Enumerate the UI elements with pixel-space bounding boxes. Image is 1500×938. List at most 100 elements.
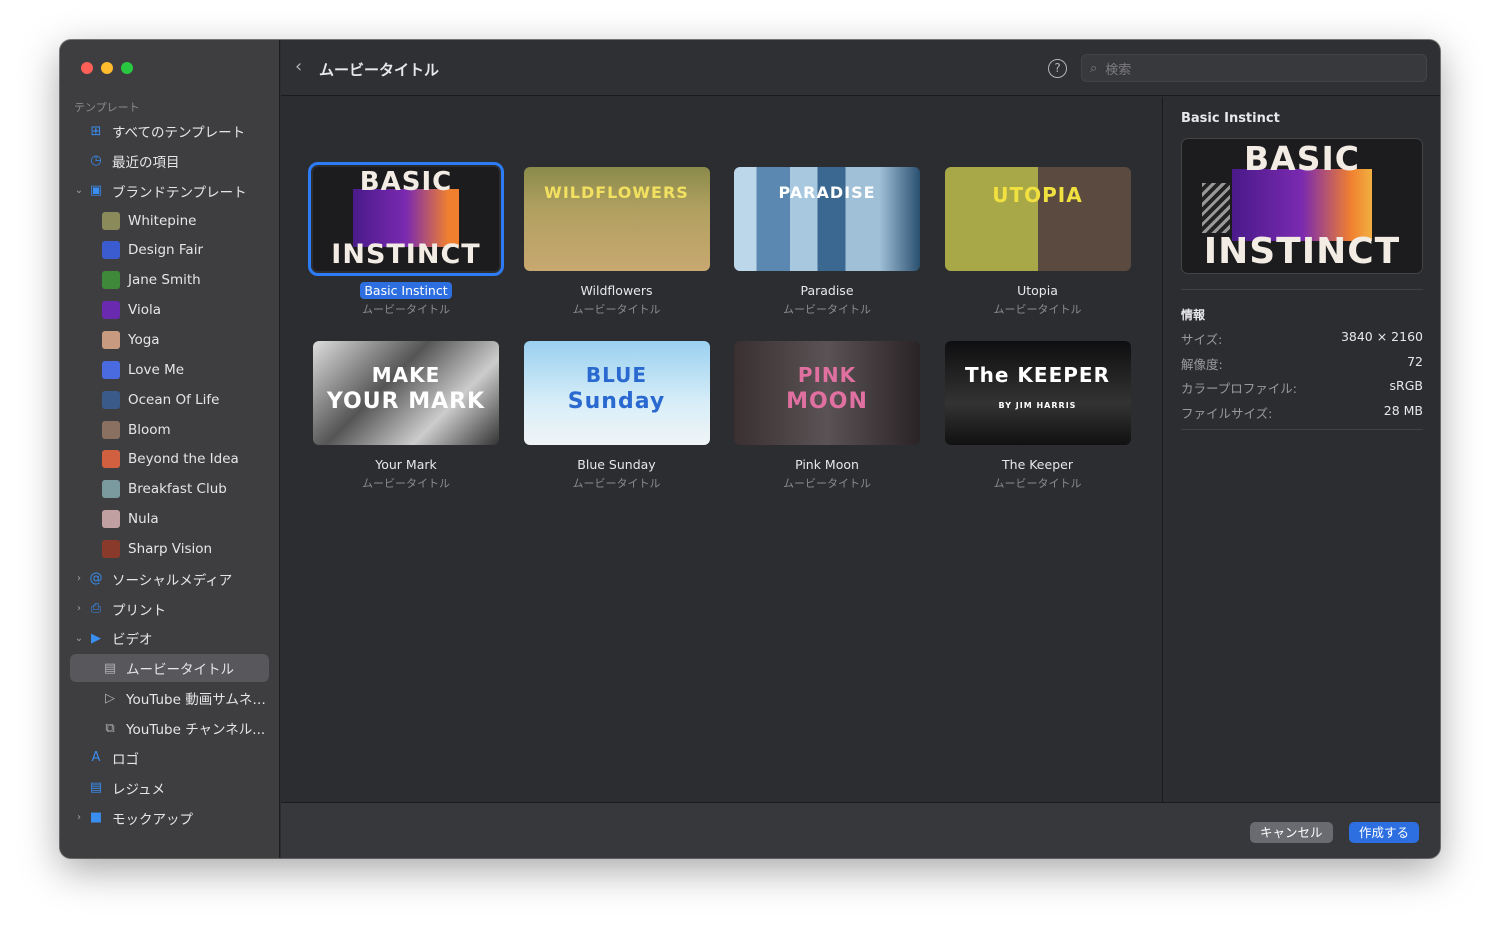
info-heading: 情報: [1181, 308, 1206, 322]
zoom-button[interactable]: [121, 62, 133, 74]
sidebar-item[interactable]: ⧉ YouTube チャンネル...: [70, 714, 269, 742]
sidebar-item[interactable]: Love Me: [70, 356, 269, 384]
sidebar-item[interactable]: Sharp Vision: [70, 535, 269, 563]
at-icon: @: [89, 571, 103, 587]
sidebar-item[interactable]: ⌄ ▶ ビデオ: [70, 624, 269, 652]
sidebar-item[interactable]: › @ ソーシャルメディア: [70, 565, 269, 593]
footer: キャンセル 作成する: [281, 802, 1440, 858]
info-key: ファイルサイズ:: [1181, 405, 1273, 421]
grid-icon: ⊞: [90, 123, 102, 139]
preview-text-top: BASIC: [1244, 139, 1360, 178]
template-card[interactable]: PINK MOON Pink Moon ムービータイトル: [732, 341, 922, 491]
sidebar-item-label: 最近の項目: [112, 154, 180, 171]
divider: [1181, 289, 1423, 290]
info-row: 解像度: 72: [1181, 354, 1423, 373]
sidebar-item-label: YouTube チャンネル...: [126, 722, 266, 738]
template-thumbnail[interactable]: WILDFLOWERS: [523, 167, 710, 271]
brand-thumbnail-icon: [102, 360, 120, 379]
preview-text-bottom: INSTINCT: [1203, 231, 1401, 272]
chevron-right-icon[interactable]: ›: [73, 603, 85, 614]
brand-thumbnail-icon: [102, 301, 120, 320]
sidebar-item[interactable]: Ocean Of Life: [70, 386, 269, 414]
template-name: Pink Moon: [795, 457, 859, 472]
template-card[interactable]: WILDFLOWERS Wildflowers ムービータイトル: [522, 167, 712, 317]
template-thumbnail[interactable]: UTOPIA: [944, 167, 1131, 271]
template-card[interactable]: MAKE YOUR MARK Your Mark ムービータイトル: [311, 341, 501, 491]
template-name: Paradise: [800, 283, 854, 298]
search-placeholder: 検索: [1105, 62, 1132, 78]
poster-title: BASIC: [359, 167, 453, 197]
sidebar-item[interactable]: Design Fair: [70, 236, 269, 264]
sidebar-item[interactable]: ▷ YouTube 動画サムネ…: [70, 684, 269, 712]
sidebar-item[interactable]: Whitepine: [70, 207, 269, 235]
chevron-right-icon[interactable]: ›: [73, 573, 85, 584]
create-button[interactable]: 作成する: [1349, 822, 1420, 843]
sidebar-item[interactable]: Yoga: [70, 326, 269, 354]
template-grid: BASIC INSTINCT Basic Instinct ムービータイトル WI…: [281, 97, 1162, 802]
search-input[interactable]: ⌕ 検索: [1081, 54, 1427, 82]
template-thumbnail[interactable]: MAKE YOUR MARK: [313, 341, 499, 445]
sidebar-item-label: Breakfast Club: [128, 481, 227, 498]
sidebar-item[interactable]: ▤ レジュメ: [70, 774, 269, 802]
sidebar-item[interactable]: › ⎙ プリント: [70, 595, 269, 623]
sidebar-item-label: Design Fair: [128, 242, 204, 259]
toolbar: ‹ ムービータイトル ? ⌕ 検索: [281, 40, 1440, 96]
sidebar-section-label: テンプレート: [74, 101, 140, 114]
help-button[interactable]: ?: [1048, 59, 1067, 78]
close-button[interactable]: [81, 62, 93, 74]
sidebar-item[interactable]: Jane Smith: [70, 266, 269, 294]
brand-thumbnail-icon: [102, 241, 120, 260]
sidebar-item[interactable]: Viola: [70, 296, 269, 324]
video-icon: ▶: [91, 630, 101, 646]
details-title: Basic Instinct: [1181, 111, 1280, 126]
template-thumbnail[interactable]: PARADISE: [734, 167, 920, 271]
template-category: ムービータイトル: [572, 303, 661, 316]
back-chevron-icon[interactable]: ‹: [295, 56, 302, 77]
sidebar-item[interactable]: Nula: [70, 505, 269, 533]
info-row: カラープロファイル: sRGB: [1181, 378, 1423, 397]
sidebar: テンプレート ⊞ すべてのテンプレート ◷ 最近の項目 ⌄ ▣ ブランドテンプレート Whit…: [60, 40, 280, 858]
sidebar-item[interactable]: Beyond the Idea: [70, 445, 269, 473]
sidebar-item-label: Love Me: [128, 361, 185, 378]
poster-subtitle: MOON: [786, 389, 868, 414]
template-thumbnail[interactable]: BLUE Sunday: [523, 341, 710, 445]
minimize-button[interactable]: [101, 62, 113, 74]
cancel-button[interactable]: キャンセル: [1250, 822, 1333, 843]
template-thumbnail[interactable]: BASIC INSTINCT: [308, 162, 504, 276]
info-key: 解像度:: [1181, 356, 1223, 372]
sidebar-item[interactable]: › ■ モックアップ: [70, 804, 269, 832]
template-card[interactable]: BLUE Sunday Blue Sunday ムービータイトル: [522, 341, 712, 491]
sidebar-item[interactable]: A ロゴ: [70, 744, 269, 772]
info-key: サイズ:: [1181, 332, 1223, 347]
template-name: Utopia: [1017, 283, 1058, 298]
sidebar-item[interactable]: ⌄ ▣ ブランドテンプレート: [70, 177, 269, 205]
sidebar-item[interactable]: Bloom: [70, 416, 269, 444]
poster-title: PARADISE: [778, 183, 876, 202]
template-name: Wildflowers: [580, 283, 653, 298]
poster-title: UTOPIA: [992, 183, 1083, 207]
template-card[interactable]: BASIC INSTINCT Basic Instinct ムービータイトル: [308, 162, 504, 317]
sidebar-item-label: レジュメ: [112, 781, 166, 798]
chevron-down-icon[interactable]: ⌄: [73, 185, 85, 196]
template-card[interactable]: UTOPIA Utopia ムービータイトル: [943, 167, 1133, 317]
brand-thumbnail-icon: [102, 539, 120, 558]
chevron-right-icon[interactable]: ›: [73, 812, 85, 823]
brand-thumbnail-icon: [102, 390, 120, 409]
sidebar-item[interactable]: ◷ 最近の項目: [70, 147, 269, 175]
chevron-down-icon[interactable]: ⌄: [73, 633, 85, 644]
template-card[interactable]: The KEEPER BY JIM HARRIS The Keeper ムービータ…: [943, 341, 1133, 491]
search-icon: ⌕: [1090, 60, 1098, 76]
template-thumbnail[interactable]: The KEEPER BY JIM HARRIS: [944, 341, 1131, 445]
clock-icon: ◷: [90, 153, 102, 169]
template-category: ムービータイトル: [362, 477, 450, 490]
brand-thumbnail-icon: [102, 510, 120, 529]
sidebar-item-label: Beyond the Idea: [128, 451, 239, 468]
sidebar-item[interactable]: ⊞ すべてのテンプレート: [70, 117, 269, 145]
template-card[interactable]: PARADISE Paradise ムービータイトル: [732, 167, 922, 317]
brand-thumbnail-icon: [102, 211, 120, 230]
template-thumbnail[interactable]: PINK MOON: [734, 341, 920, 445]
info-row: サイズ: 3840 × 2160: [1181, 329, 1423, 348]
sidebar-item-label: Viola: [128, 302, 161, 319]
sidebar-item[interactable]: Breakfast Club: [70, 475, 269, 503]
sidebar-item[interactable]: ▤ ムービータイトル: [70, 654, 269, 683]
